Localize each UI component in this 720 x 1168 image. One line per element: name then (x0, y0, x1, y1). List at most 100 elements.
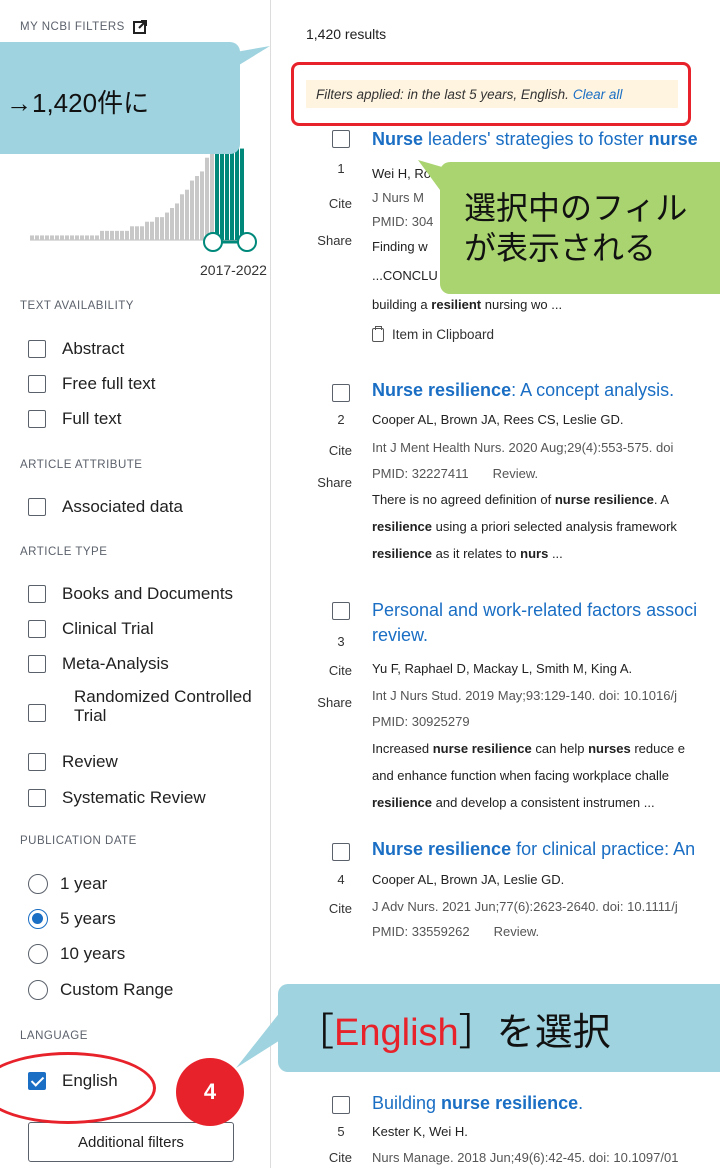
share-button[interactable]: Share (270, 475, 352, 490)
filter-full-text[interactable]: Full text (28, 409, 122, 429)
filter-label: Full text (62, 409, 122, 428)
range-start-handle[interactable] (203, 232, 223, 252)
radio-selected-icon[interactable] (28, 909, 48, 929)
article-journal: J Adv Nurs. 2021 Jun;77(6):2623-2640. do… (372, 899, 678, 914)
article-snippet: There is no agreed definition of nurse r… (372, 492, 720, 507)
filter-label: Systematic Review (62, 788, 206, 807)
snippet-text: nursing wo ... (481, 297, 563, 312)
checkbox-icon[interactable] (28, 704, 46, 723)
filter-randomized-controlled-trial[interactable]: Randomized Controlled Trial (28, 687, 252, 725)
snippet-text: as it relates to (432, 546, 521, 561)
histogram-bar (150, 221, 154, 240)
text-availability-title: TEXT AVAILABILITY (20, 300, 134, 312)
filter-label: Trial (74, 705, 107, 725)
article-journal: Int J Ment Health Nurs. 2020 Aug;29(4):5… (372, 440, 674, 455)
radio-1-year[interactable]: 1 year (28, 874, 107, 894)
histogram-bar (80, 235, 84, 240)
article-title-link[interactable]: Building nurse resilience. (372, 1091, 720, 1116)
histogram-bar (185, 189, 189, 240)
filter-books-and-documents[interactable]: Books and Documents (28, 584, 233, 604)
filter-abstract[interactable]: Abstract (28, 339, 124, 359)
filter-meta-analysis[interactable]: Meta-Analysis (28, 654, 169, 674)
checkbox-icon[interactable] (28, 410, 46, 428)
cite-button[interactable]: Cite (270, 443, 352, 458)
article-select-checkbox[interactable] (332, 843, 350, 861)
radio-10-years[interactable]: 10 years (28, 944, 125, 964)
snippet-highlight: resilient (431, 297, 482, 312)
filter-clinical-trial[interactable]: Clinical Trial (28, 619, 154, 639)
radio-icon[interactable] (28, 874, 48, 894)
checkbox-icon[interactable] (28, 375, 46, 393)
title-text: Personal and work-related factors associ (372, 600, 698, 620)
article-journal: Int J Nurs Stud. 2019 May;93:129-140. do… (372, 688, 677, 703)
article-number: 2 (337, 412, 345, 427)
checkbox-icon[interactable] (28, 655, 46, 673)
range-end-handle[interactable] (237, 232, 257, 252)
filter-associated-data[interactable]: Associated data (28, 497, 183, 517)
article-select-checkbox[interactable] (332, 130, 350, 148)
filters-sidebar: MY NCBI FILTERS 2017-2022 TEXT AVAILABIL… (0, 0, 271, 1168)
filter-label: Clinical Trial (62, 619, 154, 638)
article-authors: Yu F, Raphael D, Mackay L, Smith M, King… (372, 661, 633, 676)
radio-icon[interactable] (28, 944, 48, 964)
filter-label: Review (62, 752, 118, 771)
histogram-bar (120, 230, 124, 240)
callout-bottom-text: ［ (296, 1011, 335, 1054)
radio-icon[interactable] (28, 980, 48, 1000)
cite-button[interactable]: Cite (270, 901, 352, 916)
checkbox-icon[interactable] (28, 585, 46, 603)
filter-label: Meta-Analysis (62, 654, 169, 673)
histogram-bar (90, 235, 94, 240)
article-select-checkbox[interactable] (332, 384, 350, 402)
cite-button[interactable]: Cite (270, 1150, 352, 1165)
checkbox-icon[interactable] (28, 498, 46, 516)
histogram-bar (130, 226, 134, 240)
checkbox-icon[interactable] (28, 789, 46, 807)
article-snippet: building a resilient nursing wo ... (372, 297, 720, 312)
callout-bottom-text: ］を選択 (458, 1011, 611, 1054)
article-pmid-row: PMID: 33559262 Review. (372, 924, 720, 939)
article-select-checkbox[interactable] (332, 602, 350, 620)
article-number: 5 (337, 1124, 345, 1139)
title-text: Building (372, 1093, 442, 1113)
histogram-bar (210, 139, 214, 240)
my-ncbi-filters-link[interactable]: MY NCBI FILTERS (20, 20, 147, 34)
histogram-bar (240, 148, 244, 240)
share-button[interactable]: Share (270, 695, 352, 710)
additional-filters-button[interactable]: Additional filters (28, 1122, 234, 1162)
checkbox-icon[interactable] (28, 620, 46, 638)
article-title-link[interactable]: Nurse leaders' strategies to foster nurs… (372, 127, 720, 152)
title-text: . (578, 1093, 584, 1113)
article-authors: Cooper AL, Brown JA, Leslie GD. (372, 872, 565, 887)
filters-bar-highlight (291, 62, 691, 126)
snippet-text: reduce e (630, 741, 685, 756)
cite-button[interactable]: Cite (270, 663, 352, 678)
share-button[interactable]: Share (270, 233, 352, 248)
article-pmid-row: PMID: 32227411 Review. (372, 466, 720, 481)
title-highlight: nurse resilience (441, 1093, 579, 1113)
filter-label: Free full text (62, 374, 156, 393)
publication-date-title: PUBLICATION DATE (20, 835, 137, 847)
checkbox-icon[interactable] (28, 340, 46, 358)
article-select-checkbox[interactable] (332, 1096, 350, 1114)
article-title-link[interactable]: Nurse resilience: A concept analysis. (372, 378, 720, 403)
radio-custom-range[interactable]: Custom Range (28, 980, 173, 1000)
filter-systematic-review[interactable]: Systematic Review (28, 788, 206, 808)
article-title-link[interactable]: Personal and work-related factors associ… (372, 598, 720, 648)
histogram-bar (105, 230, 109, 240)
cite-button[interactable]: Cite (270, 196, 352, 211)
filter-review[interactable]: Review (28, 752, 118, 772)
histogram-bar (95, 235, 99, 240)
filter-free-full-text[interactable]: Free full text (28, 374, 156, 394)
snippet-text: and develop a consistent instrumen ... (432, 795, 655, 810)
radio-label: 10 years (60, 944, 126, 963)
radio-5-years[interactable]: 5 years (28, 909, 116, 929)
histogram-bar (190, 180, 194, 240)
histogram-bar (35, 235, 39, 240)
article-type-title: ARTICLE TYPE (20, 546, 108, 558)
article-pmid: PMID: 30925279 (372, 714, 470, 729)
callout-bottom: ［English］を選択 (278, 984, 720, 1072)
article-title-link[interactable]: Nurse resilience for clinical practice: … (372, 837, 720, 862)
checkbox-icon[interactable] (28, 753, 46, 771)
callout-bottom-highlight: English (334, 1011, 459, 1054)
